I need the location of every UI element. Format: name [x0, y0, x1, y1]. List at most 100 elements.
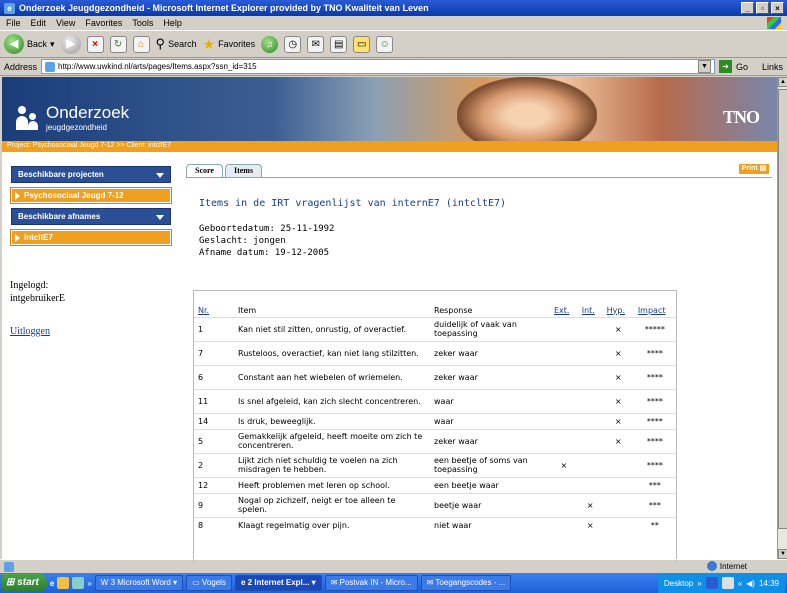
history-icon[interactable]: ◷	[284, 35, 302, 53]
header-item: Item	[238, 305, 257, 315]
tray-icon[interactable]	[721, 577, 734, 589]
task-vogels[interactable]: ▭ Vogels	[186, 575, 232, 591]
stop-button[interactable]: ×	[86, 35, 104, 53]
arrow-right-icon	[15, 191, 20, 200]
scroll-up-icon[interactable]: ▲	[778, 77, 787, 87]
start-label: start	[17, 577, 39, 588]
messenger-icon[interactable]: ☺	[376, 35, 394, 53]
cell-int	[577, 340, 603, 365]
task-toegangscodes[interactable]: ✉ Toegangscodes - ...	[420, 575, 512, 591]
chevron-left-icon[interactable]: «	[738, 579, 742, 588]
header-nr[interactable]: Nr.	[194, 291, 234, 317]
print-button[interactable]: Print ▤	[739, 164, 769, 174]
search-button[interactable]: ⚲ Search	[156, 36, 197, 52]
task-ie[interactable]: e 2 Internet Expl... ▾	[234, 575, 322, 591]
task-word[interactable]: W 3 Microsoft Word ▾	[94, 575, 184, 591]
projects-dropdown[interactable]: Beschikbare projecten	[11, 166, 171, 183]
header-response: Response	[434, 305, 473, 315]
start-button[interactable]: ⊞ start	[2, 574, 47, 592]
cell-nr: 1	[194, 316, 234, 341]
tab-items[interactable]: Items	[224, 164, 263, 177]
cell-hyp: ×	[602, 412, 634, 429]
cell-int	[577, 476, 603, 493]
address-input[interactable]: http://www.uwkind.nl/arts/pages/Items.as…	[41, 59, 715, 74]
sidebar-item-afname[interactable]: intcltE7	[10, 229, 172, 246]
menu-bar: File Edit View Favorites Tools Help	[0, 16, 787, 30]
status-bar: Internet	[0, 559, 787, 573]
media-icon[interactable]: ♫	[261, 35, 279, 53]
word-icon: W	[100, 578, 109, 587]
volume-icon[interactable]: ◀)	[746, 579, 755, 588]
address-dropdown-icon[interactable]: ▼	[697, 60, 711, 73]
home-button[interactable]: ⌂	[132, 35, 150, 53]
menu-help[interactable]: Help	[163, 18, 182, 28]
cell-ext: ×	[550, 452, 578, 477]
print-icon[interactable]: ▤	[330, 35, 348, 53]
back-button[interactable]: ◀ Back ▾	[4, 34, 55, 54]
scroll-thumb[interactable]	[778, 89, 787, 529]
menu-file[interactable]: File	[6, 18, 21, 28]
cell-hyp	[602, 452, 634, 477]
cell-response: zeker waar	[430, 428, 550, 453]
cell-response: beetje waar	[430, 492, 550, 517]
windows-flag-icon	[767, 17, 781, 29]
cell-hyp: ×	[602, 364, 634, 389]
favorites-button[interactable]: ★ Favorites	[203, 36, 256, 53]
address-url: http://www.uwkind.nl/arts/pages/Items.as…	[58, 62, 257, 71]
cell-item: Klaagt regelmatig over pijn.	[234, 516, 430, 533]
site-logo[interactable]: Onderzoek jeugdgezondheid	[16, 103, 129, 132]
go-arrow-icon[interactable]: ➔	[718, 60, 732, 73]
cell-hyp	[602, 476, 634, 493]
tray-icon[interactable]	[705, 577, 718, 589]
taskbar: ⊞ start e » W 3 Microsoft Word ▾ ▭ Vogel…	[0, 573, 787, 593]
cell-response: duidelijk of vaak van toepassing	[430, 316, 550, 341]
cell-hyp	[602, 516, 634, 533]
system-tray: Desktop » « ◀) 14:39	[657, 573, 785, 593]
header-ext[interactable]: Ext.	[550, 291, 578, 317]
sidebar-item-project[interactable]: Psychosociaal Jeugd 7-12	[10, 187, 172, 204]
go-button[interactable]: Go	[736, 62, 748, 72]
vertical-scrollbar[interactable]: ▲ ▼	[777, 77, 787, 559]
quicklaunch-desktop-icon[interactable]	[72, 577, 85, 589]
table-row: 12 Heeft problemen met leren op school. ee…	[194, 476, 676, 493]
tab-score[interactable]: Score	[186, 164, 223, 177]
table-header-row: Nr. Item Response Ext. Int. Hyp. Impact	[194, 291, 676, 317]
cell-response: een beetje waar	[430, 476, 550, 493]
table-row: 11 Is snel afgeleid, kan zich slecht conc…	[194, 388, 676, 413]
menu-favorites[interactable]: Favorites	[85, 18, 122, 28]
logged-in-label: Ingelogd:	[10, 280, 49, 291]
desktop-toolbar[interactable]: Desktop	[664, 579, 693, 588]
mail-icon[interactable]: ✉	[307, 35, 325, 53]
logout-link[interactable]: Uitloggen	[10, 326, 50, 337]
afnames-dropdown[interactable]: Beschikbare afnames	[11, 208, 171, 225]
quicklaunch-outlook-icon[interactable]	[57, 577, 70, 589]
forward-button[interactable]: ▶	[60, 34, 81, 54]
links-button[interactable]: Links	[762, 62, 783, 72]
cell-response: zeker waar	[430, 340, 550, 365]
print-label: Print	[741, 165, 758, 172]
header-hyp[interactable]: Hyp.	[603, 291, 634, 317]
quicklaunch-ie-icon[interactable]: e	[50, 579, 54, 588]
close-button[interactable]: ×	[771, 2, 784, 14]
tno-logo: TNO	[722, 107, 760, 127]
cell-hyp: ×	[602, 428, 634, 453]
minimize-button[interactable]: _	[741, 2, 754, 14]
task-outlook[interactable]: ✉ Postvak IN - Micro...	[324, 575, 418, 591]
logo-subtitle: jeugdgezondheid	[46, 123, 107, 132]
refresh-button[interactable]: ↻	[109, 35, 127, 53]
chevron-right-icon[interactable]: »	[87, 579, 91, 588]
sidebar: Beschikbare projecten Psychosociaal Jeug…	[2, 152, 177, 559]
chevron-right-icon[interactable]: »	[697, 579, 701, 588]
windows-flag-icon: ⊞	[6, 577, 15, 588]
maximize-button[interactable]: ▫	[756, 2, 769, 14]
edit-icon[interactable]: ▭	[353, 35, 371, 53]
folder-icon: ▭	[192, 578, 200, 587]
menu-view[interactable]: View	[56, 18, 75, 28]
menu-tools[interactable]: Tools	[132, 18, 153, 28]
address-label: Address	[4, 61, 38, 72]
header-int[interactable]: Int.	[578, 291, 603, 317]
cell-ext	[550, 412, 578, 429]
menu-edit[interactable]: Edit	[31, 18, 47, 28]
header-impact[interactable]: Impact	[634, 291, 676, 317]
scroll-down-icon[interactable]: ▼	[778, 549, 787, 559]
